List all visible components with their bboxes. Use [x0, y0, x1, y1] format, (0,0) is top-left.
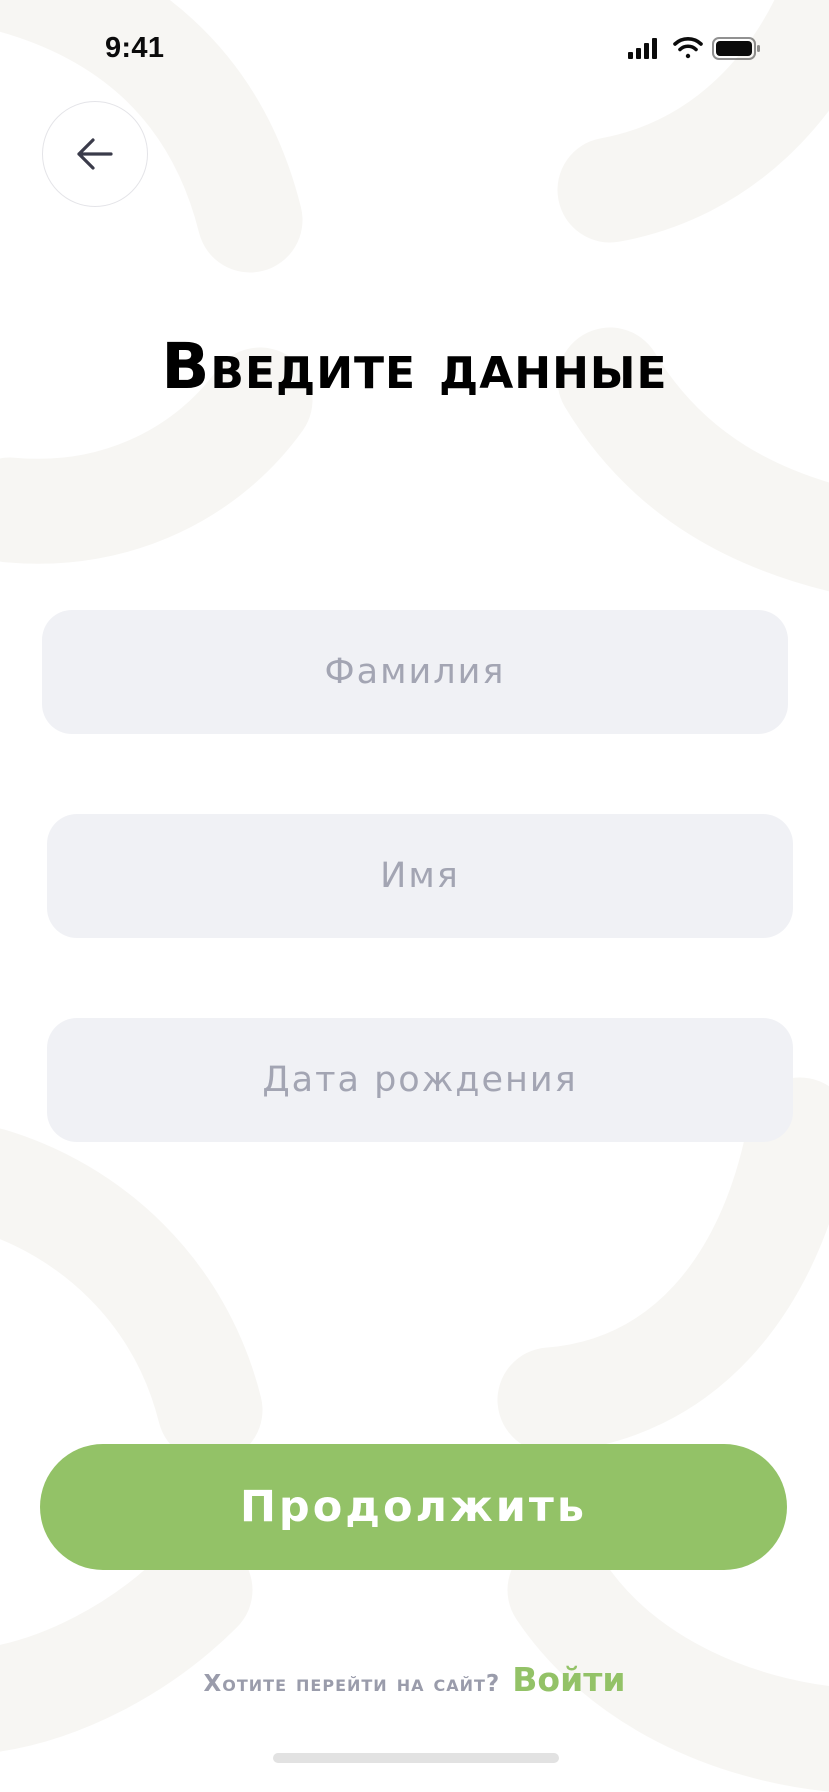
continue-button[interactable]: Продолжить: [40, 1444, 787, 1570]
first-name-input[interactable]: [47, 813, 793, 939]
first-name-field[interactable]: [47, 813, 793, 939]
arrow-left-icon: [77, 138, 113, 170]
last-name-field[interactable]: [42, 609, 788, 735]
site-question-text: Хотите перейти на сайт?: [203, 1671, 501, 1697]
page-title: Введите данные: [161, 330, 668, 403]
birth-date-input[interactable]: [47, 1017, 793, 1143]
status-time: 9:41: [105, 32, 165, 64]
wifi-icon: [673, 37, 703, 59]
footer: Хотите перейти на сайт? Войти: [0, 1660, 829, 1699]
login-link[interactable]: Войти: [512, 1660, 625, 1699]
last-name-input[interactable]: [42, 609, 788, 735]
back-button[interactable]: [42, 101, 148, 207]
home-indicator[interactable]: [273, 1753, 559, 1763]
cellular-signal-icon: [628, 38, 657, 59]
birth-date-field[interactable]: [47, 1017, 793, 1143]
status-icons: [626, 34, 761, 64]
battery-icon: [712, 37, 760, 60]
